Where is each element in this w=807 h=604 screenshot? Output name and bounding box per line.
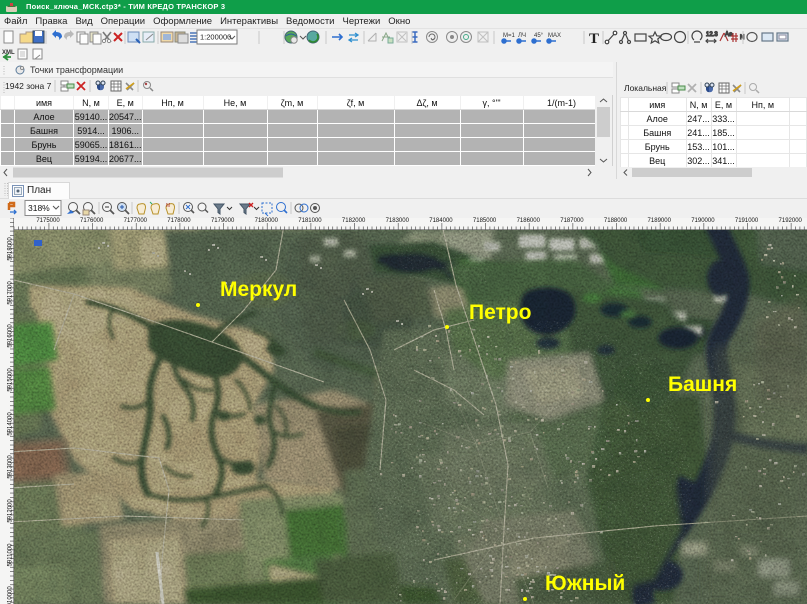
svg-text:1942 зона 7: 1942 зона 7 <box>5 81 52 91</box>
svg-text:Точки трансформации: Точки трансформации <box>30 65 123 75</box>
svg-text:Локальная: Локальная <box>624 83 667 93</box>
svg-text:1:200000: 1:200000 <box>200 33 231 42</box>
svg-text:45°: 45° <box>534 33 544 39</box>
svg-text:318%: 318% <box>28 203 50 213</box>
svg-text:Ae: Ae <box>725 32 733 38</box>
svg-text:N: N <box>740 35 744 41</box>
svg-text:MAX: MAX <box>548 33 561 39</box>
svg-text:T: T <box>589 31 599 47</box>
svg-text:ЛЧ: ЛЧ <box>518 33 526 39</box>
svg-text:M: M <box>166 203 170 209</box>
svg-text:12.3: 12.3 <box>706 32 718 38</box>
svg-text:M=1: M=1 <box>503 33 516 39</box>
svg-text:XML: XML <box>2 50 15 56</box>
